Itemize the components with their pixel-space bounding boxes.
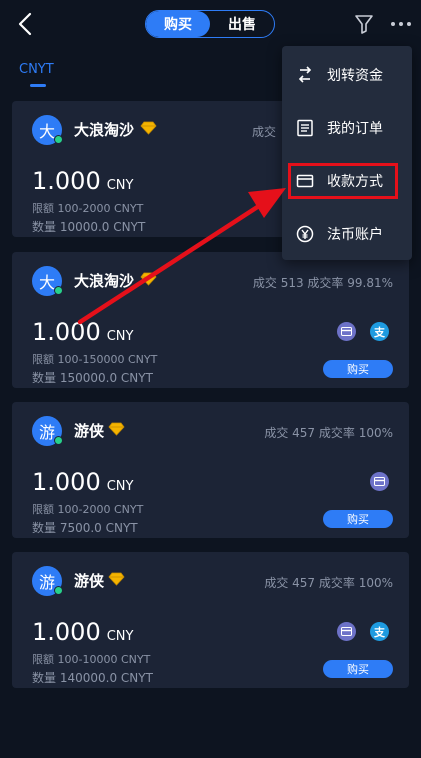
limit-text: 限额 100-150000 CNYT — [32, 353, 158, 366]
menu-item-label: 划转资金 — [327, 67, 383, 84]
alipay-icon: 支 — [370, 622, 389, 641]
diamond-icon — [140, 272, 157, 286]
merchant-name[interactable]: 游侠 — [74, 570, 104, 591]
buy-button[interactable]: 购买 — [323, 510, 393, 528]
online-dot — [54, 586, 63, 595]
limit-text: 限额 100-2000 CNYT — [32, 503, 144, 516]
menu-item-transfer-funds[interactable]: 划转资金 — [282, 48, 412, 101]
limit-text: 限额 100-10000 CNYT — [32, 653, 151, 666]
highlight-box — [288, 163, 398, 199]
trade-stats: 成交 513 成交率 99.81% — [252, 276, 393, 290]
price-unit: CNY — [106, 329, 134, 344]
listing-card-4: 游 游侠 成交 457 成交率 100% 1.000 CNY 支 限额 100-1… — [12, 552, 409, 688]
online-dot — [54, 135, 63, 144]
avatar: 大 — [32, 115, 63, 145]
diamond-icon — [108, 572, 125, 586]
tab-sell[interactable]: 出售 — [210, 11, 274, 37]
tab-cnyt[interactable]: CNYT — [19, 62, 54, 77]
limit-text: 限额 100-2000 CNYT — [32, 202, 144, 215]
back-arrow-icon[interactable] — [14, 10, 38, 38]
quantity-text: 数量 10000.0 CNYT — [32, 220, 146, 234]
diamond-icon — [140, 121, 157, 135]
trade-stats: 成交 457 成交率 100% — [264, 426, 393, 440]
buy-sell-toggle: 购买 出售 — [145, 10, 275, 38]
tab-buy[interactable]: 购买 — [146, 11, 210, 37]
price: 1.000 CNY — [32, 468, 133, 496]
price-unit: CNY — [106, 178, 134, 193]
avatar: 游 — [32, 416, 63, 446]
price: 1.000 CNY — [32, 318, 133, 346]
transfer-icon — [298, 65, 312, 83]
price-value: 1.000 — [32, 468, 101, 496]
listing-card-3: 游 游侠 成交 457 成交率 100% 1.000 CNY 限额 100-200… — [12, 402, 409, 538]
menu-item-label: 我的订单 — [327, 120, 383, 137]
bank-card-icon — [337, 622, 356, 641]
quantity-text: 数量 150000.0 CNYT — [32, 371, 153, 385]
menu-item-my-orders[interactable]: 我的订单 — [282, 101, 412, 154]
diamond-icon — [108, 422, 125, 436]
bank-card-icon — [337, 322, 356, 341]
tab-active-underline — [30, 84, 46, 87]
online-dot — [54, 286, 63, 295]
menu-item-fiat-account[interactable]: 法币账户 — [282, 207, 412, 260]
listing-card-2: 大 大浪淘沙 成交 513 成交率 99.81% 1.000 CNY 支 限额 1… — [12, 252, 409, 388]
avatar: 大 — [32, 266, 63, 296]
quantity-text: 数量 7500.0 CNYT — [32, 521, 138, 535]
avatar: 游 — [32, 566, 63, 596]
quantity-text: 数量 140000.0 CNYT — [32, 671, 153, 685]
price-value: 1.000 — [32, 318, 101, 346]
yuan-account-icon — [296, 225, 314, 242]
bank-card-icon — [370, 472, 389, 491]
menu-item-label: 法币账户 — [327, 226, 383, 243]
price: 1.000 CNY — [32, 618, 133, 646]
trade-stats: 成交 457 成交率 100% — [264, 576, 393, 590]
trade-stats: 成交 — [252, 125, 277, 139]
more-menu-dropdown: 划转资金 我的订单 收款方式 法币账户 — [282, 46, 412, 260]
merchant-name[interactable]: 游侠 — [74, 420, 104, 441]
filter-funnel-icon[interactable] — [353, 13, 375, 35]
price-value: 1.000 — [32, 618, 101, 646]
buy-button[interactable]: 购买 — [323, 660, 393, 678]
merchant-name[interactable]: 大浪淘沙 — [74, 119, 134, 140]
price: 1.000 CNY — [32, 167, 133, 195]
header-bar: 购买 出售 — [0, 0, 421, 50]
orders-list-icon — [297, 119, 313, 136]
price-unit: CNY — [106, 629, 134, 644]
price-unit: CNY — [106, 479, 134, 494]
more-dots-icon[interactable] — [390, 20, 412, 28]
alipay-icon: 支 — [370, 322, 389, 341]
merchant-name[interactable]: 大浪淘沙 — [74, 270, 134, 291]
buy-button[interactable]: 购买 — [323, 360, 393, 378]
price-value: 1.000 — [32, 167, 101, 195]
online-dot — [54, 436, 63, 445]
